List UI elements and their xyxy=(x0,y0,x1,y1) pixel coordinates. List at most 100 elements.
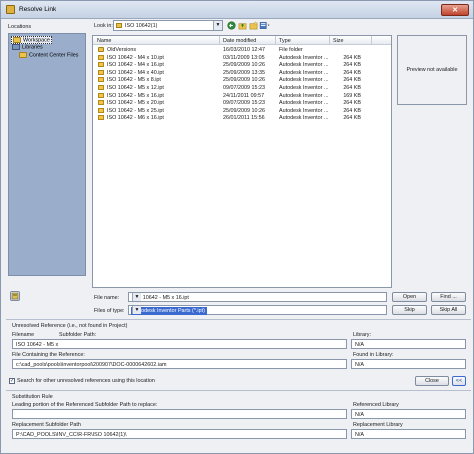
locations-panel: Workspace Libraries Content Center Files xyxy=(8,33,86,276)
lookin-select[interactable]: ISO 10642(1) ▼ xyxy=(113,20,223,31)
file-name: ISO 10642 - M5 x 12.ipt xyxy=(107,85,164,91)
file-date: 25/09/2009 10:26 xyxy=(223,62,265,69)
title-bar[interactable]: Resolve Link ✕ xyxy=(1,1,473,19)
leading-portion-label: Leading portion of the Referenced Subfol… xyxy=(12,402,158,408)
replacement-path-field[interactable]: P:\CAD_POOLS\INV_CC\R-FR\ISO 10642(1)\ xyxy=(12,429,347,439)
file-row[interactable]: ISO 10642 - M6 x 16.ipt 26/01/2011 15:56 A… xyxy=(93,114,391,122)
file-name: ISO 10642 - M5 x 25.ipt xyxy=(107,107,164,114)
ipt-file-icon xyxy=(98,85,104,90)
file-name: ISO 10642 - M5 x 20.ipt xyxy=(107,100,164,107)
file-type: Autodesk Inventor ... xyxy=(279,77,329,84)
found-in-library-value: N/A xyxy=(355,362,364,368)
replacement-library-label: Replacement Library xyxy=(353,422,403,428)
column-size[interactable]: Size xyxy=(333,38,344,44)
location-libraries[interactable]: Libraries xyxy=(12,44,43,50)
divider xyxy=(6,319,471,320)
file-type: Autodesk Inventor ... xyxy=(279,69,329,76)
filetype-label: Files of type: xyxy=(94,308,125,314)
file-name: ISO 10642 - M5 x 8.ipt xyxy=(107,77,161,84)
file-date: 03/11/2009 13:05 xyxy=(223,54,265,61)
column-type[interactable]: Type xyxy=(279,38,291,44)
view-menu-icon[interactable] xyxy=(259,21,271,30)
chevron-down-icon[interactable]: ▼ xyxy=(213,21,222,30)
file-type: Autodesk Inventor ... xyxy=(279,92,329,99)
location-label: Workspace xyxy=(23,37,50,44)
file-name: ISO 10642 - M4 x 40.ipt xyxy=(107,69,164,76)
location-label: Content Center Files xyxy=(29,52,79,59)
file-type: Autodesk Inventor ... xyxy=(279,107,329,114)
file-size: 264 KB xyxy=(343,115,361,122)
chevron-down-icon[interactable]: ▼ xyxy=(132,293,141,301)
file-type: Autodesk Inventor ... xyxy=(279,62,329,69)
substitution-heading: Substitution Rule xyxy=(12,394,53,400)
column-date-modified[interactable]: Date modified xyxy=(223,38,256,44)
project-icon-button[interactable] xyxy=(10,291,20,301)
location-content-center-files[interactable]: Content Center Files xyxy=(19,52,78,58)
containing-file-field: c:\cad_pools\pools\inventorpool\200907\D… xyxy=(12,359,347,369)
file-name: ISO 10642 - M4 x 16.ipt xyxy=(107,62,164,69)
resolve-link-dialog: Resolve Link ✕ Locations Workspace Libra… xyxy=(0,0,474,454)
close-button[interactable]: Close xyxy=(415,376,449,386)
file-name: ISO 10642 - M4 x 10.ipt xyxy=(107,54,164,61)
lookin-value: ISO 10642(1) xyxy=(125,23,158,29)
referenced-library-label: Referenced Library xyxy=(353,402,399,408)
containing-file-value: c:\cad_pools\pools\inventorpool\200907\D… xyxy=(16,362,167,368)
filename-label: File name: xyxy=(94,295,120,301)
referenced-library-field: N/A xyxy=(351,409,466,419)
search-other-label: Search for other unresolved references u… xyxy=(17,378,155,384)
found-in-library-label: Found in Library: xyxy=(353,352,394,358)
ipt-file-icon xyxy=(98,115,104,121)
ipt-file-icon xyxy=(98,100,104,106)
referenced-library-value: N/A xyxy=(355,412,364,418)
file-size: 264 KB xyxy=(343,100,361,107)
file-type: File folder xyxy=(279,47,303,53)
file-name: ISO 10642 - M5 x 16.ipt xyxy=(107,92,164,99)
unresolved-filename-value: ISO 10642 - M5 x xyxy=(16,342,59,348)
file-name: ISO 10642 - M6 x 16.ipt xyxy=(107,115,164,122)
new-folder-icon[interactable] xyxy=(249,21,258,30)
open-button[interactable]: Open xyxy=(392,292,427,302)
file-size: 264 KB xyxy=(343,62,361,69)
ipt-file-icon xyxy=(98,54,104,60)
file-size: 264 KB xyxy=(343,54,361,61)
app-icon xyxy=(6,5,15,14)
project-icon xyxy=(11,292,19,300)
file-list-header: Name Date modified Type Size xyxy=(93,36,391,45)
ipt-file-icon xyxy=(98,69,104,75)
preview-pane: Preview not available xyxy=(397,35,467,105)
find-button[interactable]: Find ... xyxy=(431,292,466,302)
locations-heading: Locations xyxy=(8,24,32,30)
replacement-library-value: N/A xyxy=(355,432,364,438)
column-name[interactable]: Name xyxy=(97,38,111,44)
filename-field[interactable]: ISO 10642 - M5 x 16.ipt ▼ xyxy=(128,292,387,302)
folder-icon xyxy=(116,23,122,28)
back-icon[interactable] xyxy=(227,21,236,30)
collapse-button[interactable]: << xyxy=(452,376,466,386)
unresolved-filename-field: ISO 10642 - M5 x xyxy=(12,339,347,349)
ipt-file-icon xyxy=(98,77,104,83)
window-title: Resolve Link xyxy=(19,6,57,13)
folder-icon xyxy=(13,37,21,43)
file-date: 24/11/2011 09:57 xyxy=(223,92,265,99)
file-date: 25/09/2009 10:26 xyxy=(223,77,265,84)
search-other-checkbox[interactable]: ✓ xyxy=(9,378,15,384)
file-type: Autodesk Inventor ... xyxy=(279,115,329,122)
chevron-down-icon[interactable]: ▼ xyxy=(132,306,141,314)
skip-button[interactable]: Skip xyxy=(392,305,427,315)
file-size: 169 KB xyxy=(343,92,361,99)
up-folder-icon[interactable] xyxy=(238,21,247,30)
unresolved-filename-label: Filename xyxy=(12,332,35,338)
ipt-file-icon xyxy=(98,62,104,68)
skip-all-button[interactable]: Skip All xyxy=(431,305,466,315)
found-in-library-field: N/A xyxy=(351,359,466,369)
file-size: 264 KB xyxy=(343,107,361,114)
filetype-select[interactable]: Autodesk Inventor Parts (*.ipt) ▼ xyxy=(128,305,387,315)
location-label: Libraries xyxy=(22,44,43,51)
leading-portion-field[interactable] xyxy=(12,409,347,419)
file-list[interactable]: Name Date modified Type Size OldVersions… xyxy=(92,35,392,288)
folder-icon xyxy=(98,47,104,52)
file-date: 09/07/2009 15:23 xyxy=(223,85,265,91)
folder-icon xyxy=(19,52,27,58)
containing-file-label: File Containing the Reference: xyxy=(12,352,85,358)
close-window-button[interactable]: ✕ xyxy=(441,4,469,16)
